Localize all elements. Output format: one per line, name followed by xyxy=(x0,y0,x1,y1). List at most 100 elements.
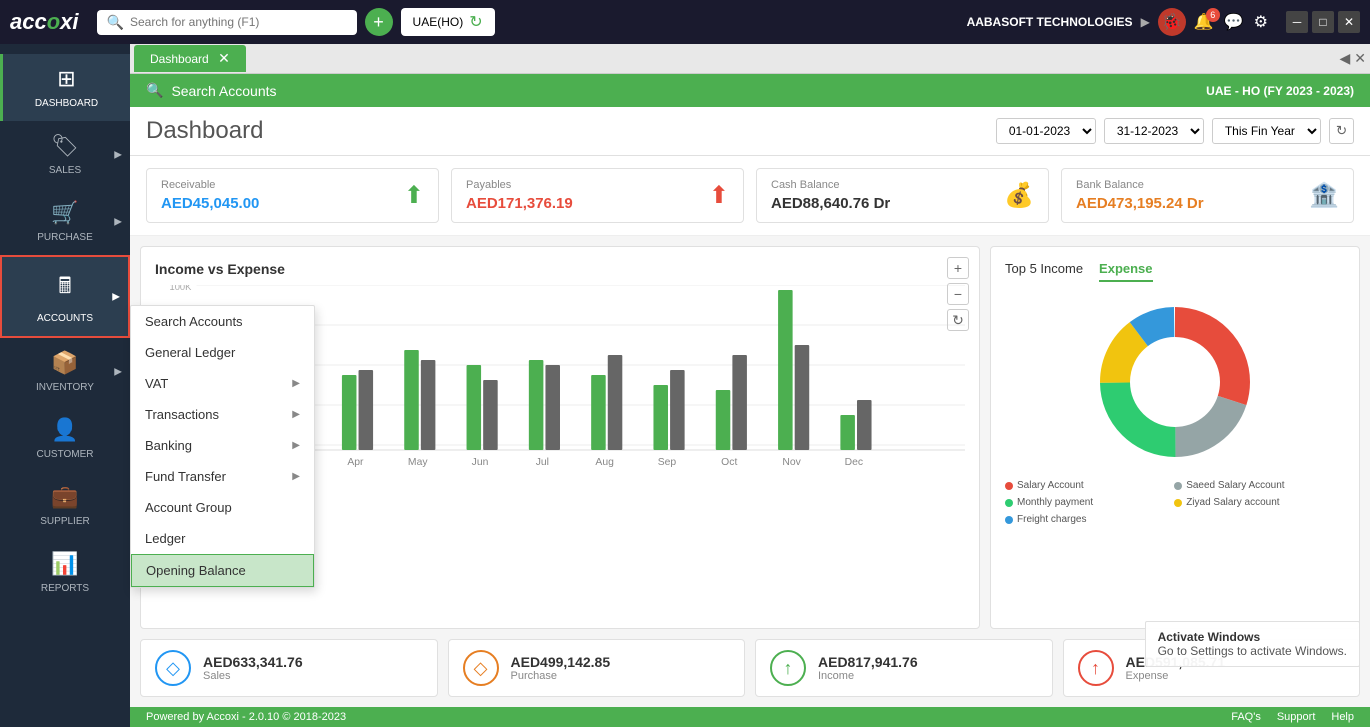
dashboard-refresh-button[interactable]: ↻ xyxy=(1329,118,1354,144)
chart-zoom-in-button[interactable]: + xyxy=(947,257,969,279)
expense-bottom-icon: ↑ xyxy=(1078,650,1114,686)
dropdown-opening-balance[interactable]: Opening Balance xyxy=(131,554,314,587)
notification-icon[interactable]: 🔔 6 xyxy=(1194,12,1214,32)
income-bottom-info: AED817,941.76 Income xyxy=(818,654,918,682)
chart-title: Income vs Expense xyxy=(155,261,285,277)
expense-bottom-label: Expense xyxy=(1126,670,1226,682)
sidebar-label-inventory: INVENTORY xyxy=(36,382,94,393)
dropdown-banking[interactable]: Banking ▶ xyxy=(131,430,314,461)
sidebar-item-dashboard[interactable]: ⊞ DASHBOARD xyxy=(0,54,130,121)
content-below: Income vs Expense + − ↻ xyxy=(130,236,1370,639)
message-icon[interactable]: 💬 xyxy=(1224,12,1244,32)
payables-card: Payables AED171,376.19 ⬆ xyxy=(451,168,744,223)
income-bottom-label: Income xyxy=(818,670,918,682)
tab-scroll-right-button[interactable]: ✕ xyxy=(1354,50,1366,67)
sidebar-item-purchase[interactable]: 🛒 PURCHASE ▶ xyxy=(0,188,130,255)
receivable-value: AED45,045.00 xyxy=(161,195,259,212)
minimize-button[interactable]: ─ xyxy=(1286,11,1308,33)
date-from-select[interactable]: 01-01-2023 xyxy=(996,118,1096,144)
global-search-input[interactable] xyxy=(130,15,330,29)
tab-top5-income[interactable]: Top 5 Income xyxy=(1005,261,1083,282)
sidebar-item-accounts[interactable]: 🖩 ACCOUNTS ▶ xyxy=(0,255,130,338)
search-accounts-label[interactable]: Search Accounts xyxy=(171,83,276,99)
date-to-select[interactable]: 31-12-2023 xyxy=(1104,118,1204,144)
sidebar-item-supplier[interactable]: 💼 SUPPLIER xyxy=(0,472,130,539)
company-name[interactable]: AABASOFT TECHNOLOGIES xyxy=(967,15,1133,29)
period-select[interactable]: This Fin Year xyxy=(1212,118,1321,144)
footer-powered-by: Powered by Accoxi - 2.0.10 © 2018-2023 xyxy=(146,711,346,723)
sales-bottom-card: ◇ AED633,341.76 Sales xyxy=(140,639,438,697)
receivable-label: Receivable xyxy=(161,179,259,191)
payables-icon: ⬆ xyxy=(709,181,729,210)
dropdown-ledger[interactable]: Ledger xyxy=(131,523,314,554)
accounts-icon: 🖩 xyxy=(58,269,71,307)
payables-info: Payables AED171,376.19 xyxy=(466,179,573,212)
user-avatar: 🐞 xyxy=(1158,8,1186,36)
settings-icon[interactable]: ⚙ xyxy=(1254,12,1268,32)
dashboard-icon: ⊞ xyxy=(57,66,75,92)
sidebar-item-sales[interactable]: 🏷 SALES ▶ xyxy=(0,121,130,188)
svg-text:May: May xyxy=(408,457,429,468)
topbar: accoxi 🔍 + UAE(HO) ↻ AABASOFT TECHNOLOGI… xyxy=(0,0,1370,44)
freight-dot xyxy=(1005,516,1013,524)
payables-value: AED171,376.19 xyxy=(466,195,573,212)
sidebar-item-inventory[interactable]: 📦 INVENTORY ▶ xyxy=(0,338,130,405)
chart-refresh-button[interactable]: ↻ xyxy=(947,309,969,331)
tab-close-icon[interactable]: ✕ xyxy=(218,50,230,66)
payables-label: Payables xyxy=(466,179,573,191)
dropdown-fund-transfer[interactable]: Fund Transfer ▶ xyxy=(131,461,314,492)
freight-label: Freight charges xyxy=(1017,514,1086,525)
dropdown-account-group[interactable]: Account Group xyxy=(131,492,314,523)
donut-section: Top 5 Income Expense xyxy=(990,246,1360,629)
sidebar-label-supplier: SUPPLIER xyxy=(40,516,89,527)
refresh-icon[interactable]: ↻ xyxy=(469,12,482,32)
support-link[interactable]: Support xyxy=(1277,711,1316,723)
bank-balance-info: Bank Balance AED473,195.24 Dr xyxy=(1076,179,1204,212)
global-search-bar[interactable]: 🔍 xyxy=(97,10,357,35)
sales-icon: 🏷 xyxy=(51,133,79,159)
svg-text:Apr: Apr xyxy=(347,457,364,468)
sales-bottom-label: Sales xyxy=(203,670,303,682)
help-link[interactable]: Help xyxy=(1331,711,1354,723)
cash-balance-value: AED88,640.76 Dr xyxy=(771,195,890,212)
reports-icon: 📊 xyxy=(51,551,78,577)
purchase-bottom-label: Purchase xyxy=(511,670,611,682)
tab-scroll-left-button[interactable]: ◀ xyxy=(1339,50,1350,67)
sales-bottom-icon: ◇ xyxy=(155,650,191,686)
donut-container xyxy=(1005,292,1345,472)
dropdown-search-accounts[interactable]: Search Accounts xyxy=(131,306,314,337)
bank-balance-icon: 🏦 xyxy=(1309,181,1339,210)
dropdown-transactions[interactable]: Transactions ▶ xyxy=(131,399,314,430)
sales-arrow-icon: ▶ xyxy=(114,149,122,160)
activate-windows-subtitle: Go to Settings to activate Windows. xyxy=(1158,644,1347,658)
activate-windows-title: Activate Windows xyxy=(1158,630,1347,644)
receivable-info: Receivable AED45,045.00 xyxy=(161,179,259,212)
salary-dot xyxy=(1005,482,1013,490)
chart-zoom-out-button[interactable]: − xyxy=(947,283,969,305)
cash-balance-label: Cash Balance xyxy=(771,179,890,191)
maximize-button[interactable]: □ xyxy=(1312,11,1334,33)
chart-controls: + − ↻ xyxy=(947,257,969,331)
donut-legend-ziyad: Ziyad Salary account xyxy=(1174,497,1337,508)
income-bottom-card: ↑ AED817,941.76 Income xyxy=(755,639,1053,697)
cash-balance-info: Cash Balance AED88,640.76 Dr xyxy=(771,179,890,212)
tab-dashboard-label: Dashboard xyxy=(150,52,209,66)
close-button[interactable]: ✕ xyxy=(1338,11,1360,33)
dropdown-general-ledger[interactable]: General Ledger xyxy=(131,337,314,368)
company-selector[interactable]: UAE(HO) ↻ xyxy=(401,8,495,36)
purchase-bottom-info: AED499,142.85 Purchase xyxy=(511,654,611,682)
faq-link[interactable]: FAQ's xyxy=(1231,711,1261,723)
dropdown-vat[interactable]: VAT ▶ xyxy=(131,368,314,399)
bank-balance-label: Bank Balance xyxy=(1076,179,1204,191)
tab-controls: ◀ ✕ xyxy=(1339,50,1366,67)
footer: Powered by Accoxi - 2.0.10 © 2018-2023 F… xyxy=(130,707,1370,727)
bank-balance-card: Bank Balance AED473,195.24 Dr 🏦 xyxy=(1061,168,1354,223)
sales-bottom-value: AED633,341.76 xyxy=(203,654,303,670)
add-button[interactable]: + xyxy=(365,8,393,36)
tab-dashboard[interactable]: Dashboard ✕ xyxy=(134,45,246,72)
sidebar-item-customer[interactable]: 👤 CUSTOMER xyxy=(0,405,130,472)
tab-expense[interactable]: Expense xyxy=(1099,261,1152,282)
sidebar-item-reports[interactable]: 📊 REPORTS xyxy=(0,539,130,606)
company-info-label: UAE - HO (FY 2023 - 2023) xyxy=(1206,84,1354,98)
sidebar-label-reports: REPORTS xyxy=(41,583,89,594)
